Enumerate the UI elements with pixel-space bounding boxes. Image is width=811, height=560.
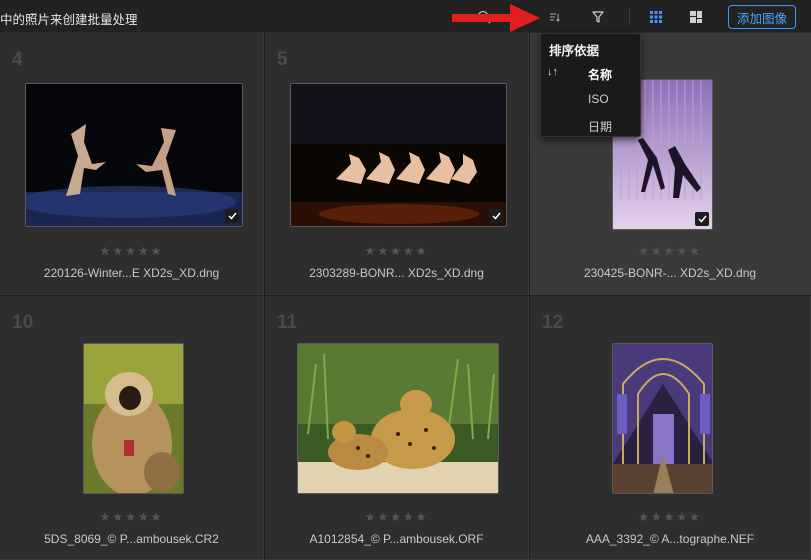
- sort-option-iso[interactable]: ISO: [541, 88, 640, 110]
- annotation-arrow-icon: [452, 4, 540, 32]
- photo-thumbnail[interactable]: [83, 343, 184, 494]
- add-images-button[interactable]: 添加图像: [728, 5, 796, 29]
- photo-index: 4: [12, 49, 23, 70]
- photo-filename: 230425-BONR-... XD2s_XD.dng: [583, 266, 757, 280]
- star-rating[interactable]: ★★★★★: [530, 510, 810, 524]
- sort-option-name[interactable]: ↓↑ 名称: [541, 62, 640, 84]
- photo-cell[interactable]: 10 ★★★★★ 5DS_8069_© P...ambousek.CR2: [0, 296, 264, 560]
- photo-thumbnail[interactable]: [25, 83, 243, 227]
- sort-menu-title: 排序依据: [549, 44, 600, 58]
- sort-option-label: ISO: [588, 92, 609, 106]
- star-rating[interactable]: ★★★★★: [530, 244, 810, 258]
- photo-cell[interactable]: 11 ★★★★★ A1012854_© P...ambousek.ORF: [265, 296, 529, 560]
- leopards-image: [298, 344, 498, 493]
- top-toolbar: 中的照片来创建批量处理 添加图像: [0, 0, 811, 33]
- photo-thumbnail[interactable]: [290, 83, 507, 227]
- photo-grid: 4 ★★★★★ 220126-Winter...E XD2s_XD.dng 5: [0, 33, 811, 560]
- sort-option-label: 名称: [588, 68, 613, 82]
- photo-filename: 220126-Winter...E XD2s_XD.dng: [43, 266, 220, 280]
- photo-filename: A1012854_© P...ambousek.ORF: [309, 532, 484, 546]
- sort-dropdown: 排序依据 ↓↑ 名称 ISO 日期: [540, 33, 641, 137]
- filter-icon: [592, 11, 604, 23]
- photo-filename: 2303289-BONR... XD2s_XD.dng: [309, 266, 484, 280]
- grid-view-icon: [650, 11, 662, 23]
- cathedral-image: [613, 344, 712, 493]
- star-rating[interactable]: ★★★★★: [0, 244, 263, 258]
- mosaic-view-icon: [690, 11, 702, 23]
- sort-icon: [550, 13, 560, 22]
- photo-thumbnail[interactable]: [612, 343, 713, 494]
- photo-index: 12: [542, 312, 564, 333]
- sort-order-icon[interactable]: ↓↑: [547, 66, 558, 78]
- baboon-image: [84, 344, 183, 493]
- photo-index: 5: [277, 49, 288, 70]
- photo-cell[interactable]: 5 ★★★★★ 2303289-BONR... XD2s_XD.dng: [265, 33, 529, 295]
- star-rating[interactable]: ★★★★★: [0, 510, 263, 524]
- photo-thumbnail[interactable]: [297, 343, 499, 494]
- batch-hint-text: 中的照片来创建批量处理: [0, 13, 138, 27]
- photo-index: 10: [12, 312, 34, 333]
- star-rating[interactable]: ★★★★★: [265, 510, 528, 524]
- selected-check-icon[interactable]: [695, 212, 709, 226]
- star-rating[interactable]: ★★★★★: [265, 244, 528, 258]
- photo-index: 11: [277, 312, 298, 333]
- selected-check-icon[interactable]: [225, 209, 239, 223]
- dancers-image: [26, 84, 242, 226]
- photo-filename: 5DS_8069_© P...ambousek.CR2: [44, 532, 219, 546]
- mosaic-view-button[interactable]: [684, 5, 708, 29]
- sort-option-date[interactable]: 日期: [541, 114, 640, 136]
- photo-cell[interactable]: 12 ★★★★★ AAA_3392_© A...tographe.NEF: [530, 296, 811, 560]
- sort-option-label: 日期: [588, 120, 613, 134]
- grid-view-button[interactable]: [644, 5, 668, 29]
- ballet-group-image: [291, 84, 506, 226]
- photo-filename: AAA_3392_© A...tographe.NEF: [585, 532, 755, 546]
- filter-button[interactable]: [586, 5, 610, 29]
- selected-check-icon[interactable]: [489, 209, 503, 223]
- toolbar-divider: [629, 8, 630, 26]
- photo-cell[interactable]: 4 ★★★★★ 220126-Winter...E XD2s_XD.dng: [0, 33, 264, 295]
- sort-button[interactable]: [542, 5, 566, 29]
